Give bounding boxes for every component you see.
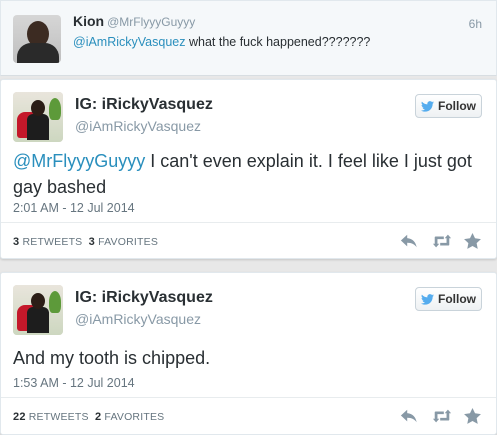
favorites-label[interactable]: FAVORITES <box>98 236 158 248</box>
reply-timestamp[interactable]: 6h <box>469 17 482 31</box>
follow-button[interactable]: Follow <box>415 94 482 118</box>
favorite-star-icon[interactable] <box>464 408 482 424</box>
favorites-count[interactable]: 2 <box>95 411 101 423</box>
reply-tweet-card: Kion @MrFlyyyGuyyy 6h @iAmRickyVasquez wh… <box>0 0 497 76</box>
retweet-icon[interactable] <box>432 233 452 249</box>
twitter-bird-icon <box>421 293 434 305</box>
reply-icon[interactable] <box>400 408 418 424</box>
tweet-actions <box>400 233 482 249</box>
tweet-stats-bar: 3 RETWEETS 3 FAVORITES <box>1 222 496 260</box>
reply-name-text: Kion <box>73 13 105 29</box>
tweet-timestamp[interactable]: 2:01 AM - 12 Jul 2014 <box>13 201 135 215</box>
reply-handle[interactable]: @MrFlyyyGuyyy <box>107 15 195 29</box>
mention-link[interactable]: @MrFlyyyGuyyy <box>13 151 145 171</box>
tweet-stats-bar: 22 RETWEETS 2 FAVORITES <box>1 397 496 435</box>
follow-label: Follow <box>438 292 476 306</box>
avatar[interactable] <box>13 92 63 142</box>
twitter-bird-icon <box>421 100 434 112</box>
tweet-card: IG: iRickyVasquez @iAmRickyVasquez Follo… <box>0 79 497 259</box>
retweets-label[interactable]: RETWEETS <box>22 236 82 248</box>
follow-label: Follow <box>438 99 476 113</box>
tweet-text: And my tooth is chipped. <box>13 348 211 368</box>
tweet-actions <box>400 408 482 424</box>
reply-author-name[interactable]: Kion @MrFlyyyGuyyy <box>73 13 195 29</box>
favorites-label[interactable]: FAVORITES <box>104 411 164 423</box>
tweet-stats: 3 RETWEETS 3 FAVORITES <box>13 236 158 248</box>
retweets-label[interactable]: RETWEETS <box>29 411 89 423</box>
favorite-star-icon[interactable] <box>464 233 482 249</box>
favorites-count[interactable]: 3 <box>89 236 95 248</box>
retweets-count[interactable]: 22 <box>13 411 26 423</box>
avatar[interactable] <box>13 285 63 335</box>
reply-text: @iAmRickyVasquez what the fuck happened?… <box>73 35 370 49</box>
author-name[interactable]: IG: iRickyVasquez <box>75 96 213 114</box>
tweet-card: IG: iRickyVasquez @iAmRickyVasquez Follo… <box>0 272 497 435</box>
reply-icon[interactable] <box>400 233 418 249</box>
author-name[interactable]: IG: iRickyVasquez <box>75 289 213 307</box>
tweet-stats: 22 RETWEETS 2 FAVORITES <box>13 411 164 423</box>
reply-body-text: what the fuck happened??????? <box>185 35 371 49</box>
author-handle[interactable]: @iAmRickyVasquez <box>75 311 201 327</box>
reply-avatar[interactable] <box>13 15 61 63</box>
retweet-icon[interactable] <box>432 408 452 424</box>
author-handle[interactable]: @iAmRickyVasquez <box>75 118 201 134</box>
reply-mention-link[interactable]: @iAmRickyVasquez <box>73 35 186 49</box>
retweets-count[interactable]: 3 <box>13 236 19 248</box>
tweet-timestamp[interactable]: 1:53 AM - 12 Jul 2014 <box>13 376 135 390</box>
tweet-text: @MrFlyyyGuyyy I can't even explain it. I… <box>13 148 483 200</box>
follow-button[interactable]: Follow <box>415 287 482 311</box>
